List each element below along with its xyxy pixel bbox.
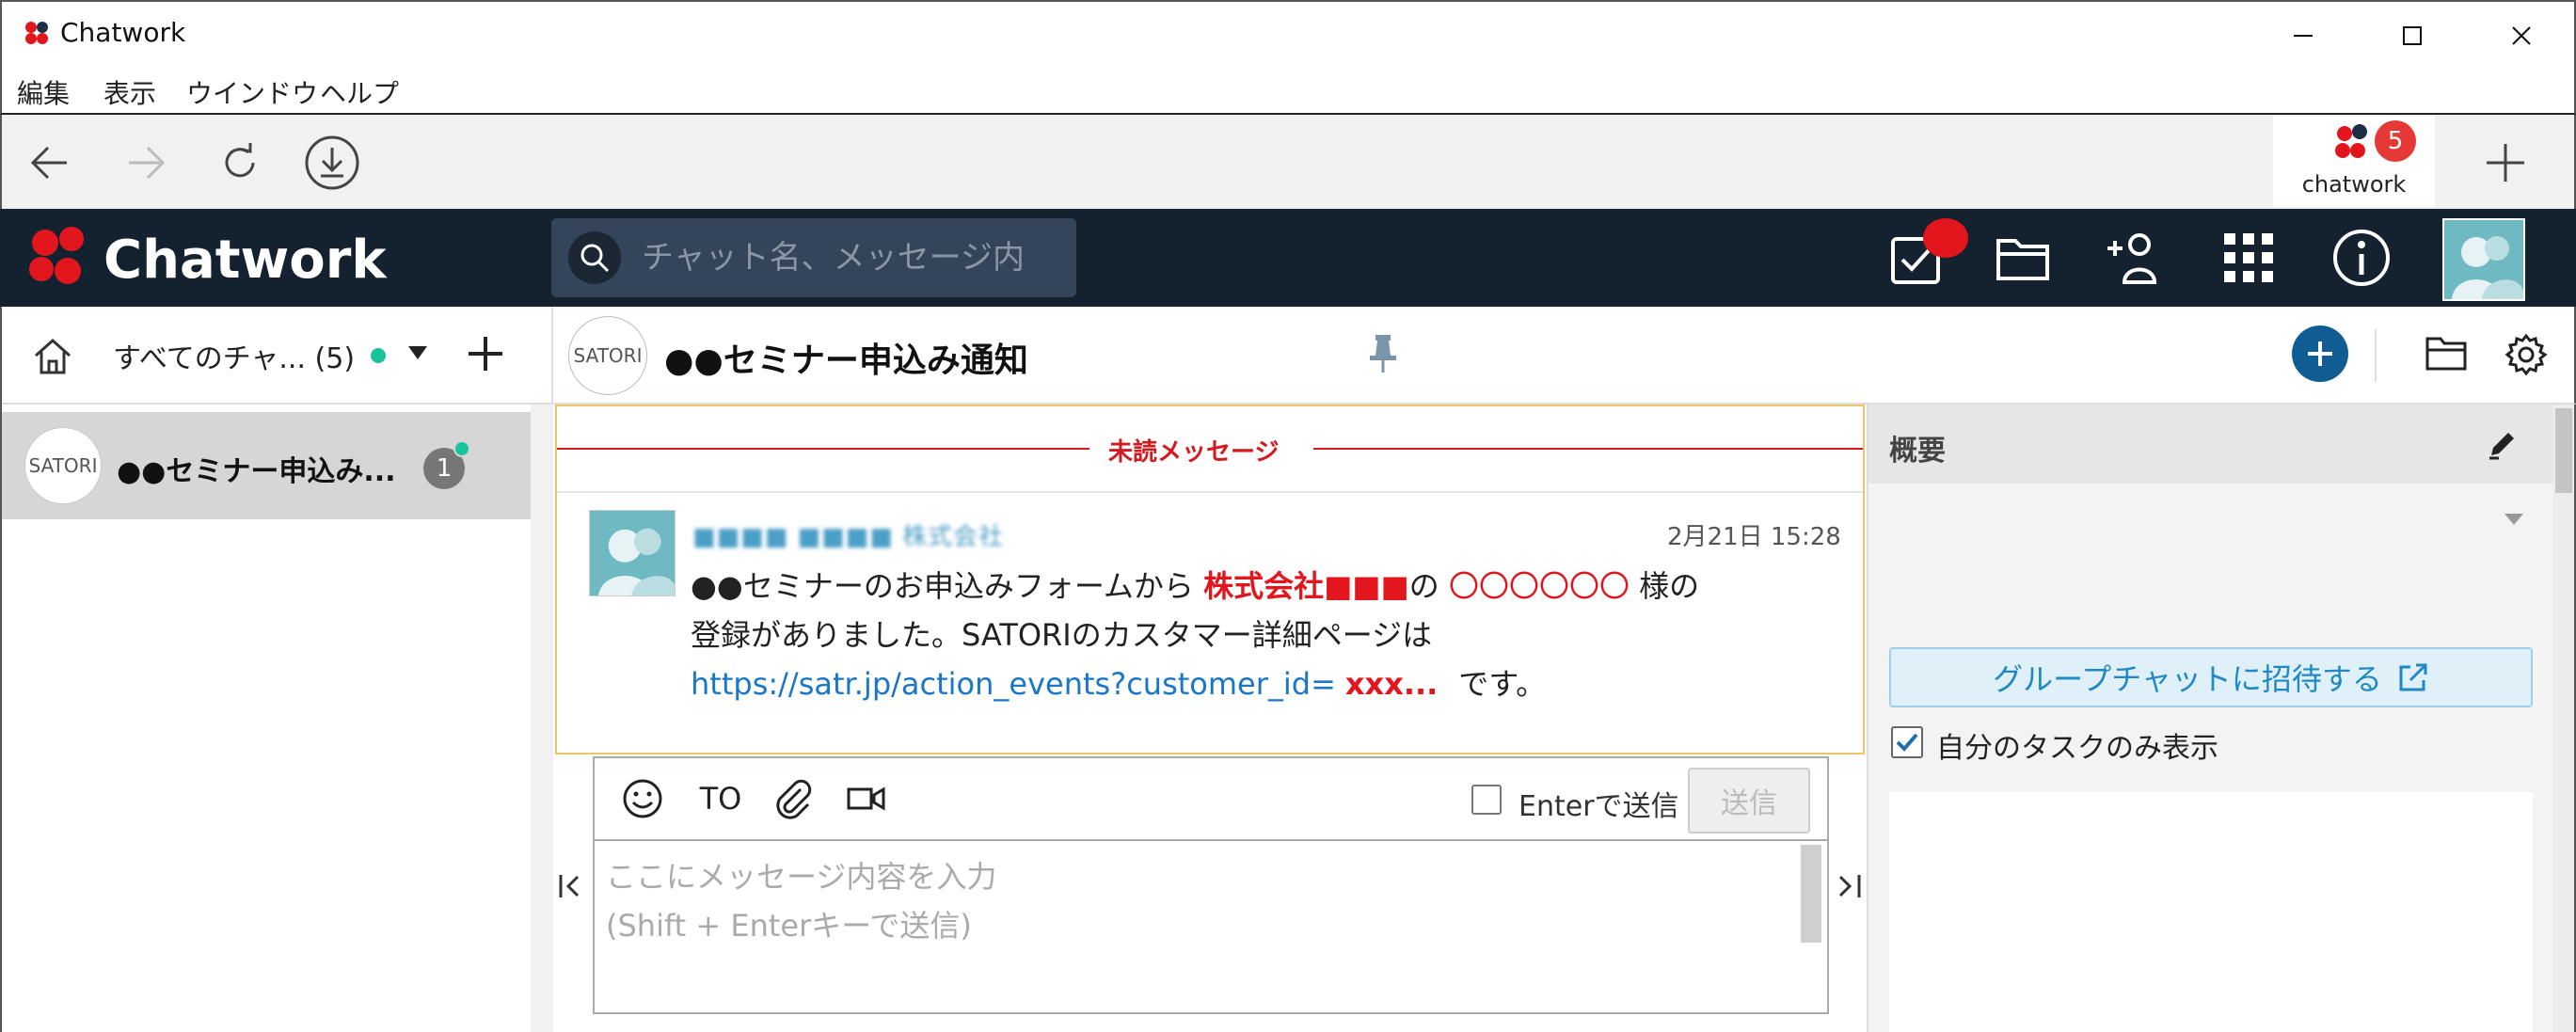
add-contact-icon[interactable] xyxy=(2087,209,2185,307)
window-title-bar: Chatwork xyxy=(0,0,2576,68)
task-list xyxy=(1889,792,2533,1032)
attachment-icon[interactable] xyxy=(768,771,819,826)
notification-badge: 5 xyxy=(2375,120,2416,162)
menu-bar: 編集 表示 ウインドウ ヘルプ xyxy=(0,68,2576,115)
sender-avatar[interactable] xyxy=(589,510,676,596)
minimize-button[interactable] xyxy=(2249,2,2358,70)
unread-label: 未読メッセージ xyxy=(1108,438,1280,467)
pin-icon[interactable] xyxy=(1366,333,1400,374)
gear-icon[interactable] xyxy=(2504,333,2548,376)
customer-id: xxx... xyxy=(1344,666,1439,702)
folder-icon[interactable] xyxy=(2425,335,2467,373)
brand-logo-icon xyxy=(23,222,94,294)
edit-icon[interactable] xyxy=(2486,427,2520,461)
header-divider xyxy=(2375,329,2377,382)
my-tasks-only-label: 自分のタスクのみ表示 xyxy=(1936,732,2218,765)
message-text: ●●セミナーのお申込みフォームから xyxy=(691,568,1204,604)
customer-name: 〇〇〇〇〇〇 xyxy=(1448,568,1630,604)
overview-header: 概要 xyxy=(1868,405,2553,484)
home-icon[interactable] xyxy=(32,335,73,376)
collapse-sidebar-icon[interactable] xyxy=(557,867,587,905)
chatwork-logo-icon xyxy=(2331,122,2373,164)
mention-dot xyxy=(453,440,470,457)
company-name: 株式会社■■■ xyxy=(1203,568,1409,604)
sidebar-header: すべてのチャ... (5) xyxy=(2,307,553,405)
add-room-button[interactable] xyxy=(465,333,506,374)
enter-to-send-label: Enterで送信 xyxy=(1519,790,1679,823)
brand-name: Chatwork xyxy=(103,230,387,291)
forward-button[interactable] xyxy=(113,130,179,196)
my-tasks-only-checkbox[interactable] xyxy=(1891,726,1923,758)
panel-scrollbar-thumb[interactable] xyxy=(2555,408,2572,493)
menu-help[interactable]: ヘルプ xyxy=(320,73,399,111)
unread-divider xyxy=(557,448,1089,450)
video-call-icon[interactable] xyxy=(841,771,892,826)
room-name: ●●セミナー申込み... xyxy=(117,455,396,488)
message-line: 登録がありました。SATORIのカスタマー詳細ページは xyxy=(691,617,1433,653)
message-editor xyxy=(593,839,1829,1014)
menu-view[interactable]: 表示 xyxy=(103,73,156,111)
chevron-down-icon[interactable] xyxy=(2503,512,2525,529)
search-box xyxy=(551,218,1076,297)
room-sidebar: すべてのチャ... (5) SATORI ●●セミナー申込み... 1 xyxy=(0,307,553,1032)
task-notification-dot xyxy=(1923,218,1968,258)
search-icon[interactable] xyxy=(568,231,621,284)
message-timeline: 未読メッセージ ■■■■ ■■■■ 株式会社 2月21日 15:28 ●●セミナ… xyxy=(555,405,1865,754)
enter-to-send-checkbox[interactable] xyxy=(1471,785,1502,815)
external-link-icon xyxy=(2397,661,2429,693)
back-button[interactable] xyxy=(17,130,83,196)
room-info-panel: 概要 グループチャットに招待する 自分のタスクのみ表示 xyxy=(1867,405,2576,1032)
navigation-bar: 5 chatwork xyxy=(0,115,2576,209)
app-header: Chatwork xyxy=(0,209,2576,307)
invite-label: グループチャットに招待する xyxy=(1993,661,2382,697)
to-button[interactable]: TO xyxy=(692,771,749,826)
sidebar-scrollbar[interactable] xyxy=(531,405,553,1032)
room-title: ●●セミナー申込み通知 xyxy=(664,341,1028,380)
divider xyxy=(557,491,1863,493)
message-input[interactable] xyxy=(606,852,1782,1001)
menu-window[interactable]: ウインドウ xyxy=(186,73,318,111)
maximize-button[interactable] xyxy=(2358,2,2467,70)
message-text: 様の xyxy=(1629,568,1700,604)
unread-divider xyxy=(1313,448,1863,450)
apps-grid-icon[interactable] xyxy=(2200,209,2298,307)
chat-header: SATORI ●●セミナー申込み通知 xyxy=(553,307,2576,405)
room-list-item[interactable]: SATORI ●●セミナー申込み... 1 xyxy=(2,412,531,519)
message-line: ●●セミナーのお申込みフォームから 株式会社■■■の 〇〇〇〇〇〇 様の xyxy=(691,563,1699,606)
send-button[interactable]: 送信 xyxy=(1688,768,1810,834)
tab-chatwork[interactable]: 5 chatwork xyxy=(2273,115,2435,207)
reload-icon[interactable] xyxy=(207,130,273,196)
folder-icon[interactable] xyxy=(1974,209,2072,307)
message-text: の xyxy=(1408,568,1449,604)
chat-avatar: SATORI xyxy=(568,316,647,395)
new-tab-button[interactable] xyxy=(2473,130,2538,196)
message-timestamp: 2月21日 15:28 xyxy=(1667,523,1841,551)
editor-scrollbar[interactable] xyxy=(1801,845,1821,943)
message-text: です。 xyxy=(1458,666,1547,702)
chatwork-logo-icon xyxy=(23,19,51,47)
panel-scrollbar[interactable] xyxy=(2553,405,2574,1032)
composer-toolbar: TO Enterで送信 送信 xyxy=(593,756,1829,839)
window-title: Chatwork xyxy=(60,17,186,48)
tab-label: chatwork xyxy=(2301,171,2407,198)
search-input[interactable] xyxy=(642,231,1056,284)
invite-group-chat-button[interactable]: グループチャットに招待する xyxy=(1889,647,2533,707)
sender-name[interactable]: ■■■■ ■■■■ 株式会社 xyxy=(692,517,1004,552)
room-filter-dropdown[interactable]: すべてのチャ... (5) xyxy=(113,335,355,376)
menu-edit[interactable]: 編集 xyxy=(17,73,70,111)
add-button[interactable] xyxy=(2292,325,2348,382)
close-button[interactable] xyxy=(2467,2,2576,70)
download-icon[interactable] xyxy=(299,130,365,196)
customer-detail-link[interactable]: https://satr.jp/action_events?customer_i… xyxy=(691,666,1336,702)
collapse-panel-icon[interactable] xyxy=(1833,867,1863,905)
message-line: https://satr.jp/action_events?customer_i… xyxy=(691,660,1546,704)
chevron-down-icon[interactable] xyxy=(406,344,429,363)
info-icon[interactable] xyxy=(2313,209,2410,307)
user-avatar[interactable] xyxy=(2442,218,2525,301)
status-dot xyxy=(371,348,386,363)
emoji-icon[interactable] xyxy=(617,771,668,826)
overview-title: 概要 xyxy=(1889,435,1946,468)
room-avatar: SATORI xyxy=(24,427,102,504)
